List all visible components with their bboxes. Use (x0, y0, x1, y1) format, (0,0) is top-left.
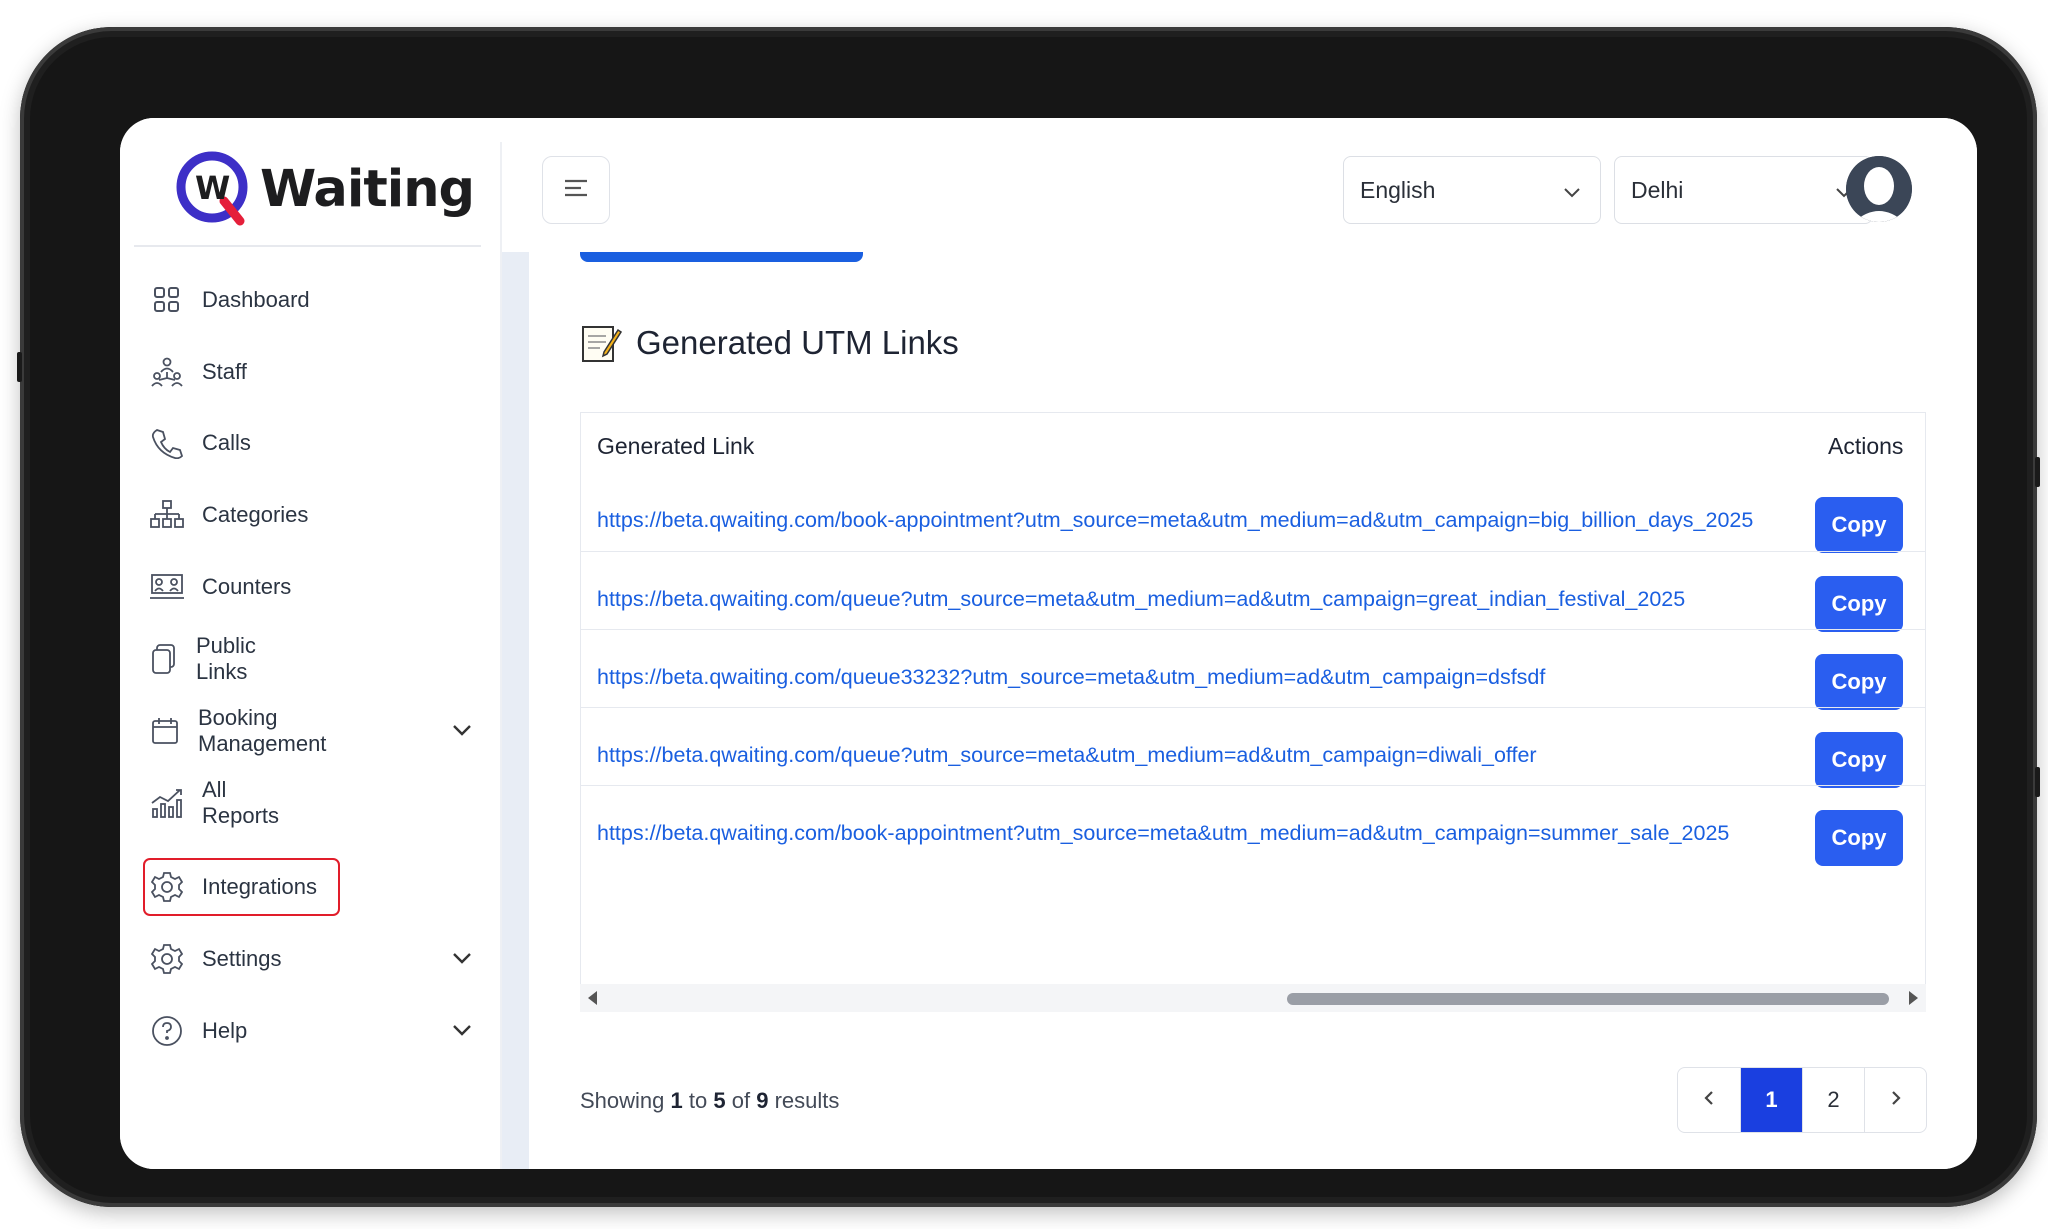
copy-button[interactable]: Copy (1815, 576, 1903, 632)
horizontal-scrollbar[interactable] (580, 984, 1926, 1012)
logo[interactable]: W Waiting (174, 146, 475, 232)
sidebar-item-label: Booking Management (198, 705, 327, 756)
chevron-left-icon (1700, 1087, 1718, 1113)
utm-link[interactable]: https://beta.qwaiting.com/queue33232?utm… (597, 665, 1545, 690)
summary-of-word: of (731, 1088, 751, 1113)
copy-button[interactable]: Copy (1815, 654, 1903, 710)
sidebar-item-categories[interactable]: Categories (150, 490, 308, 540)
logo-mark-icon: W (174, 149, 254, 229)
chevron-down-icon[interactable] (450, 1018, 474, 1048)
scroll-right-icon[interactable] (1909, 991, 1918, 1005)
sidebar-item-label: Dashboard (202, 287, 310, 312)
scroll-left-icon[interactable] (588, 991, 597, 1005)
content-left-band (502, 252, 529, 1169)
phone-icon (150, 426, 184, 460)
utm-link[interactable]: https://beta.qwaiting.com/book-appointme… (597, 821, 1729, 846)
card-title: Generated UTM Links (580, 322, 959, 364)
next-page-button[interactable] (1864, 1068, 1926, 1132)
sidebar-item-public-links[interactable]: Public Links (150, 633, 262, 684)
summary-showing: Showing (580, 1088, 665, 1113)
previous-card-button-edge (580, 252, 863, 262)
copy-button[interactable]: Copy (1815, 810, 1903, 866)
app-screen: W Waiting Dashboard Staff Calls Categori… (120, 118, 1977, 1169)
column-header-link: Generated Link (597, 433, 755, 459)
summary-to-word: to (688, 1088, 708, 1113)
utm-link[interactable]: https://beta.qwaiting.com/queue?utm_sour… (597, 587, 1685, 612)
sidebar-item-counters[interactable]: Counters (150, 562, 291, 612)
sidebar-item-settings[interactable]: Settings (150, 934, 471, 984)
memo-icon (580, 322, 623, 364)
page-button-2[interactable]: 2 (1802, 1068, 1864, 1132)
logo-mark-letter: W (195, 169, 231, 207)
scroll-thumb[interactable] (1287, 993, 1889, 1005)
utm-link[interactable]: https://beta.qwaiting.com/book-appointme… (597, 508, 1753, 533)
sidebar-item-label: Calls (202, 430, 251, 455)
utm-links-table: Generated Link Actions https://beta.qwai… (580, 412, 1926, 985)
chevron-down-icon[interactable] (450, 946, 474, 976)
calendar-icon (150, 714, 180, 748)
tablet-frame: W Waiting Dashboard Staff Calls Categori… (17, 27, 2040, 1207)
summary-to: 5 (713, 1088, 726, 1113)
sidebar-item-calls[interactable]: Calls (150, 418, 251, 468)
chart-icon (150, 786, 184, 820)
help-icon (150, 1014, 184, 1048)
counter-icon (150, 570, 184, 604)
sidebar: W Waiting Dashboard Staff Calls Categori… (120, 118, 500, 1169)
top-header: English Delhi (502, 118, 1977, 253)
menu-toggle-button[interactable] (542, 156, 610, 224)
sidebar-item-booking-management[interactable]: Booking Management (150, 705, 471, 756)
location-select-value: Delhi (1631, 176, 1684, 203)
gear-icon (150, 942, 184, 976)
device-side-button (2035, 457, 2040, 487)
sidebar-item-staff[interactable]: Staff (150, 347, 247, 397)
device-side-button (2035, 767, 2040, 797)
language-select-value: English (1360, 176, 1436, 203)
sidebar-item-label: All Reports (202, 777, 280, 828)
gear-icon (150, 870, 184, 904)
logo-divider (134, 245, 481, 247)
prev-page-button[interactable] (1678, 1068, 1740, 1132)
sidebar-item-label: Public Links (196, 633, 256, 684)
chevron-down-icon (1562, 181, 1582, 208)
sidebar-item-integrations[interactable]: Integrations (150, 862, 317, 912)
hierarchy-icon (150, 498, 184, 532)
location-select[interactable]: Delhi (1614, 156, 1873, 224)
pagination: 1 2 (1677, 1067, 1927, 1133)
column-header-actions: Actions (1828, 433, 1904, 459)
card-title-text: Generated UTM Links (636, 324, 959, 361)
chevron-right-icon (1887, 1087, 1905, 1113)
hamburger-icon (562, 176, 590, 205)
summary-total: 9 (756, 1088, 769, 1113)
copy-button[interactable]: Copy (1815, 497, 1903, 553)
brand-name: Waiting (260, 159, 475, 219)
page-button-1[interactable]: 1 (1740, 1068, 1802, 1132)
copy-link-icon (150, 642, 178, 676)
utm-link[interactable]: https://beta.qwaiting.com/queue?utm_sour… (597, 743, 1537, 768)
main-content: Generated UTM Links Generated Link Actio… (529, 252, 1977, 1169)
sidebar-item-dashboard[interactable]: Dashboard (150, 275, 310, 325)
copy-button[interactable]: Copy (1815, 732, 1903, 788)
sidebar-item-label: Help (202, 1018, 248, 1043)
user-avatar[interactable] (1846, 156, 1912, 222)
summary-results-word: results (774, 1088, 840, 1113)
sidebar-item-label: Counters (202, 574, 292, 599)
results-summary: Showing 1 to 5 of 9 results (580, 1088, 839, 1114)
sidebar-item-label: Settings (202, 946, 282, 971)
summary-from: 1 (670, 1088, 683, 1113)
chevron-down-icon[interactable] (450, 718, 474, 748)
device-side-button (17, 352, 22, 382)
grid-icon (150, 283, 184, 317)
sidebar-item-label: Categories (202, 502, 309, 527)
staff-icon (150, 355, 184, 389)
sidebar-item-label: Integrations (202, 874, 317, 899)
sidebar-item-label: Staff (202, 359, 247, 384)
sidebar-item-help[interactable]: Help (150, 1006, 471, 1056)
table-row: https://beta.qwaiting.com/book-appointme… (581, 785, 1925, 888)
sidebar-item-all-reports[interactable]: All Reports (150, 777, 280, 828)
language-select[interactable]: English (1343, 156, 1601, 224)
